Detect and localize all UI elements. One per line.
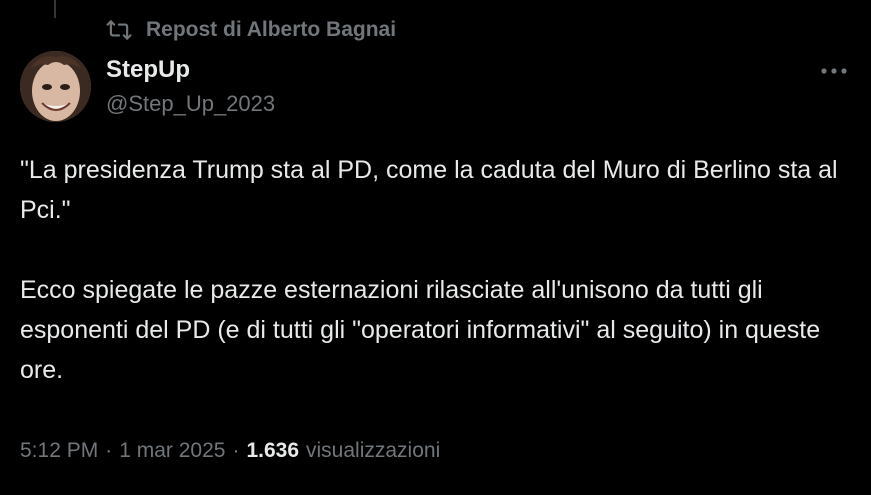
- views-label: visualizzazioni: [306, 439, 441, 462]
- tweet-text: "La presidenza Trump sta al PD, come la …: [20, 150, 850, 390]
- author-display-name[interactable]: StepUp: [106, 56, 275, 84]
- author-handle[interactable]: @Step_Up_2023: [106, 90, 275, 118]
- tweet-metadata: 5:12 PM · 1 mar 2025 · 1.636 visualizzaz…: [20, 434, 440, 468]
- author-info: StepUp @Step_Up_2023: [106, 56, 275, 118]
- tweet-time[interactable]: 5:12 PM: [20, 439, 98, 463]
- tweet-paragraph: Ecco spiegate le pazze esternazioni rila…: [20, 276, 821, 384]
- more-options-button[interactable]: [816, 58, 852, 84]
- avatar-image: [20, 51, 91, 122]
- tweet-date[interactable]: 1 mar 2025: [119, 439, 225, 463]
- avatar[interactable]: [20, 51, 91, 122]
- repost-icon: [106, 17, 132, 43]
- repost-indicator[interactable]: Repost di Alberto Bagnai: [106, 16, 396, 44]
- meta-separator: ·: [105, 439, 113, 462]
- views-count: 1.636: [246, 439, 300, 462]
- thread-connector-line: [54, 0, 56, 18]
- tweet-paragraph: "La presidenza Trump sta al PD, come la …: [20, 156, 838, 224]
- more-dots-icon: [821, 68, 847, 74]
- meta-separator: ·: [232, 439, 240, 462]
- repost-label: Repost di Alberto Bagnai: [146, 18, 397, 41]
